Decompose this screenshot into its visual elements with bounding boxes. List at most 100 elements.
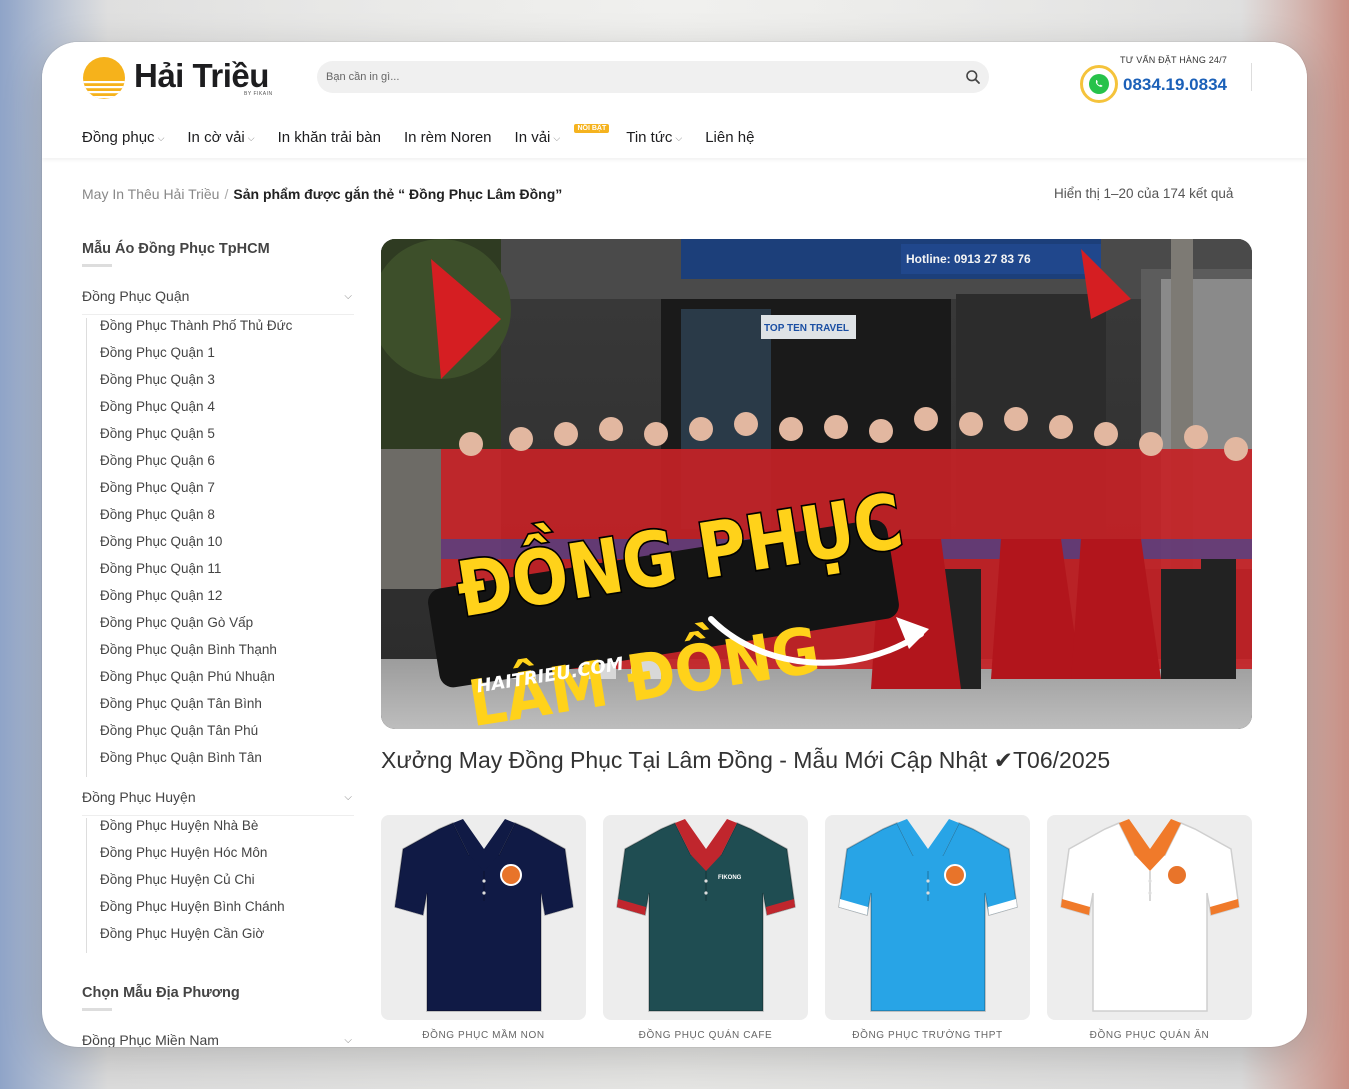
logo-subtitle: BY FIKAIN: [244, 91, 273, 97]
product-category[interactable]: ĐỒNG PHỤC QUÁN ĂN: [1047, 1030, 1252, 1041]
brand-logo-text: FIKONG: [718, 875, 742, 881]
product-card[interactable]: ĐỒNG PHỤC QUÁN ĂN: [1047, 815, 1252, 1041]
sidebar-title-tphcm: Mẫu Áo Đồng Phục TpHCM: [82, 241, 270, 257]
sidebar-group-mien-nam[interactable]: Đồng Phục Miền Nam ⌵: [82, 1032, 354, 1047]
sidebar-link-quan[interactable]: Đồng Phục Quận 3: [87, 372, 292, 399]
sidebar-link-quan[interactable]: Đồng Phục Thành Phố Thủ Đức: [87, 318, 292, 345]
sidebar-list-quan: Đồng Phục Thành Phố Thủ Đức Đồng Phục Quậ…: [86, 318, 292, 777]
featured-badge: NỔI BẬT: [574, 123, 610, 133]
product-grid: ĐỒNG PHỤC MẦM NON FIKONG ĐỒNG PHỤC QUÁN …: [381, 815, 1252, 1047]
nav-label: In vải: [514, 128, 551, 146]
nav-tin-tuc[interactable]: Tin tức ⌵: [626, 129, 682, 146]
product-card[interactable]: ĐỒNG PHỤC MẦM NON: [381, 815, 586, 1041]
sidebar-link-quan[interactable]: Đồng Phục Quận Tân Phú: [87, 723, 292, 750]
product-image[interactable]: [1047, 815, 1252, 1020]
product-card[interactable]: ĐỒNG PHỤC TRƯỜNG THPT: [825, 815, 1030, 1041]
polo-shirt-image: [394, 819, 574, 1012]
product-category[interactable]: ĐỒNG PHỤC TRƯỜNG THPT: [825, 1030, 1030, 1041]
sidebar-link-huyen[interactable]: Đồng Phục Huyện Nhà Bè: [87, 818, 285, 845]
chevron-down-icon[interactable]: ⌵: [344, 1035, 352, 1046]
sidebar-group-quan[interactable]: Đồng Phục Quận ⌵: [82, 288, 354, 310]
main-nav: Đồng phục ⌵ In cờ vải ⌵ In khăn trải bàn…: [82, 123, 777, 148]
site-header: Hải Triều BY FIKAIN TƯ VẤN ĐẶT HÀNG 24/7…: [42, 42, 1307, 158]
breadcrumb-separator: /: [224, 186, 229, 202]
chevron-down-icon: ⌵: [247, 132, 255, 143]
nav-label: Tin tức: [626, 128, 673, 146]
nav-dong-phuc[interactable]: Đồng phục ⌵: [82, 129, 164, 146]
breadcrumb-current: Sản phẩm được gắn thẻ “ Đồng Phục Lâm Đồ…: [233, 186, 563, 202]
sidebar-link-quan[interactable]: Đồng Phục Quận Phú Nhuận: [87, 669, 292, 696]
sidebar-link-quan[interactable]: Đồng Phục Quận Bình Tân: [87, 750, 292, 777]
product-category[interactable]: ĐỒNG PHỤC MẦM NON: [381, 1030, 586, 1041]
group-label: Đồng Phục Quận: [82, 288, 190, 304]
sidebar-link-quan[interactable]: Đồng Phục Quận 8: [87, 507, 292, 534]
nav-in-vai[interactable]: In vải ⌵ NỔI BẬT: [514, 123, 610, 146]
result-count: Hiển thị 1–20 của 174 kết quả: [1054, 186, 1234, 201]
product-card[interactable]: FIKONG ĐỒNG PHỤC QUÁN CAFE: [603, 815, 808, 1041]
nav-in-co-vai[interactable]: In cờ vải ⌵: [187, 129, 254, 146]
sidebar-link-quan[interactable]: Đồng Phục Quận 11: [87, 561, 292, 588]
chevron-down-icon: ⌵: [553, 132, 561, 143]
chevron-down-icon: ⌵: [675, 132, 683, 143]
product-image[interactable]: [381, 815, 586, 1020]
breadcrumb-home[interactable]: May In Thêu Hải Triều: [82, 186, 219, 202]
polo-shirt-image: FIKONG: [616, 819, 796, 1012]
product-image[interactable]: FIKONG: [603, 815, 808, 1020]
chevron-down-icon[interactable]: ⌵: [344, 792, 352, 803]
sidebar-group-huyen[interactable]: Đồng Phục Huyện ⌵: [82, 789, 354, 811]
sidebar-link-huyen[interactable]: Đồng Phục Huyện Củ Chi: [87, 872, 285, 899]
header-divider: [1251, 63, 1252, 91]
sidebar-link-quan[interactable]: Đồng Phục Quận 1: [87, 345, 292, 372]
sidebar-link-huyen[interactable]: Đồng Phục Huyện Bình Chánh: [87, 899, 285, 926]
group-divider: [82, 314, 354, 315]
sidebar-link-quan[interactable]: Đồng Phục Quận 5: [87, 426, 292, 453]
product-category[interactable]: ĐỒNG PHỤC QUÁN CAFE: [603, 1030, 808, 1041]
sidebar-link-huyen[interactable]: Đồng Phục Huyện Cần Giờ: [87, 926, 285, 953]
sidebar-link-quan[interactable]: Đồng Phục Quận 6: [87, 453, 292, 480]
nav-in-khan-trai-ban[interactable]: In khăn trải bàn: [278, 129, 381, 146]
sidebar-link-quan[interactable]: Đồng Phục Quận Gò Vấp: [87, 615, 292, 642]
title-underline: [82, 1008, 112, 1011]
shop-sign: TOP TEN TRAVEL: [764, 323, 849, 334]
sidebar-link-quan[interactable]: Đồng Phục Quận Bình Thạnh: [87, 642, 292, 669]
site-logo[interactable]: Hải Triều BY FIKAIN: [82, 55, 292, 101]
hero-banner: Hotline: 0913 27 83 76 TOP TEN TRAVEL ĐỒ…: [381, 239, 1252, 729]
search-bar: [317, 61, 989, 93]
sun-logo-icon: [83, 57, 125, 99]
page-title: Xưởng May Đồng Phục Tại Lâm Đồng - Mẫu M…: [381, 747, 1111, 773]
sidebar-link-quan[interactable]: Đồng Phục Quận 10: [87, 534, 292, 561]
nav-label: In cờ vải: [187, 128, 245, 146]
group-divider: [82, 815, 354, 816]
sidebar-link-quan[interactable]: Đồng Phục Quận 7: [87, 480, 292, 507]
sidebar-link-huyen[interactable]: Đồng Phục Huyện Hóc Môn: [87, 845, 285, 872]
nav-lien-he[interactable]: Liên hệ: [705, 129, 754, 146]
nav-label: Đồng phục: [82, 128, 155, 146]
chevron-down-icon: ⌵: [157, 132, 165, 143]
group-label: Đồng Phục Huyện: [82, 789, 196, 805]
hotline-number[interactable]: 0834.19.0834: [1123, 75, 1227, 95]
polo-shirt-image: [1060, 819, 1240, 1012]
search-input[interactable]: [317, 61, 989, 93]
search-icon[interactable]: [965, 69, 981, 85]
hotline-box[interactable]: TƯ VẤN ĐẶT HÀNG 24/7 0834.19.0834: [1078, 52, 1253, 108]
whatsapp-icon: [1080, 65, 1118, 103]
group-label: Đồng Phục Miền Nam: [82, 1032, 219, 1047]
title-underline: [82, 264, 112, 267]
sidebar-link-quan[interactable]: Đồng Phục Quận Tân Bình: [87, 696, 292, 723]
logo-wordmark: Hải Triều: [134, 57, 269, 94]
nav-label: In khăn trải bàn: [277, 128, 381, 146]
product-image[interactable]: [825, 815, 1030, 1020]
browser-window: Hải Triều BY FIKAIN TƯ VẤN ĐẶT HÀNG 24/7…: [42, 42, 1307, 1047]
hotline-sign: Hotline: 0913 27 83 76: [906, 252, 1031, 266]
hotline-label: TƯ VẤN ĐẶT HÀNG 24/7: [1120, 55, 1228, 65]
sidebar-link-quan[interactable]: Đồng Phục Quận 4: [87, 399, 292, 426]
sidebar-list-huyen: Đồng Phục Huyện Nhà Bè Đồng Phục Huyện Hó…: [86, 818, 285, 953]
hero-photo: Hotline: 0913 27 83 76 TOP TEN TRAVEL ĐỒ…: [381, 239, 1252, 729]
sidebar-title-dia-phuong: Chọn Mẫu Địa Phương: [82, 985, 240, 1001]
chevron-down-icon[interactable]: ⌵: [344, 291, 352, 302]
breadcrumb: May In Thêu Hải Triều / Sản phẩm được gắn …: [82, 186, 562, 202]
nav-in-rem-noren[interactable]: In rèm Noren: [404, 129, 492, 146]
nav-label: Liên hệ: [705, 128, 755, 146]
polo-shirt-image: [838, 819, 1018, 1012]
sidebar-link-quan[interactable]: Đồng Phục Quận 12: [87, 588, 292, 615]
